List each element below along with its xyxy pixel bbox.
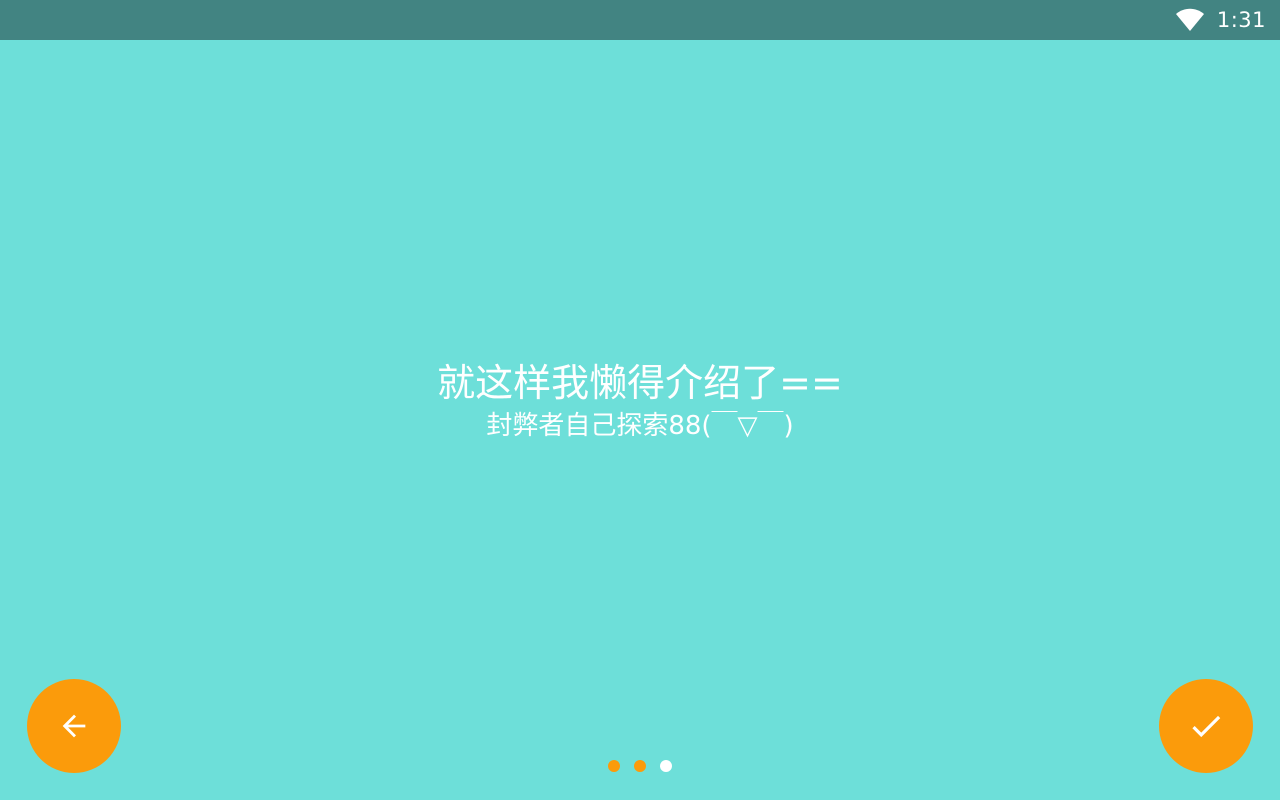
status-time: 1:31 [1216,8,1266,32]
page-dot[interactable] [634,760,646,772]
wifi-icon [1175,8,1205,32]
intro-screen: 1:31 就这样我懒得介绍了== 封弊者自己探索88(￣▽￣) [0,0,1280,800]
slide-title: 就这样我懒得介绍了== [437,361,843,405]
page-dot[interactable] [608,760,620,772]
status-bar: 1:31 [0,0,1280,40]
page-indicator [0,759,1280,773]
arrow-left-icon [57,709,91,743]
slide-subtitle: 封弊者自己探索88(￣▽￣) [486,411,794,441]
page-dot-active[interactable] [660,760,672,772]
check-icon [1187,707,1225,745]
slide-content: 就这样我懒得介绍了== 封弊者自己探索88(￣▽￣) [0,40,1280,800]
